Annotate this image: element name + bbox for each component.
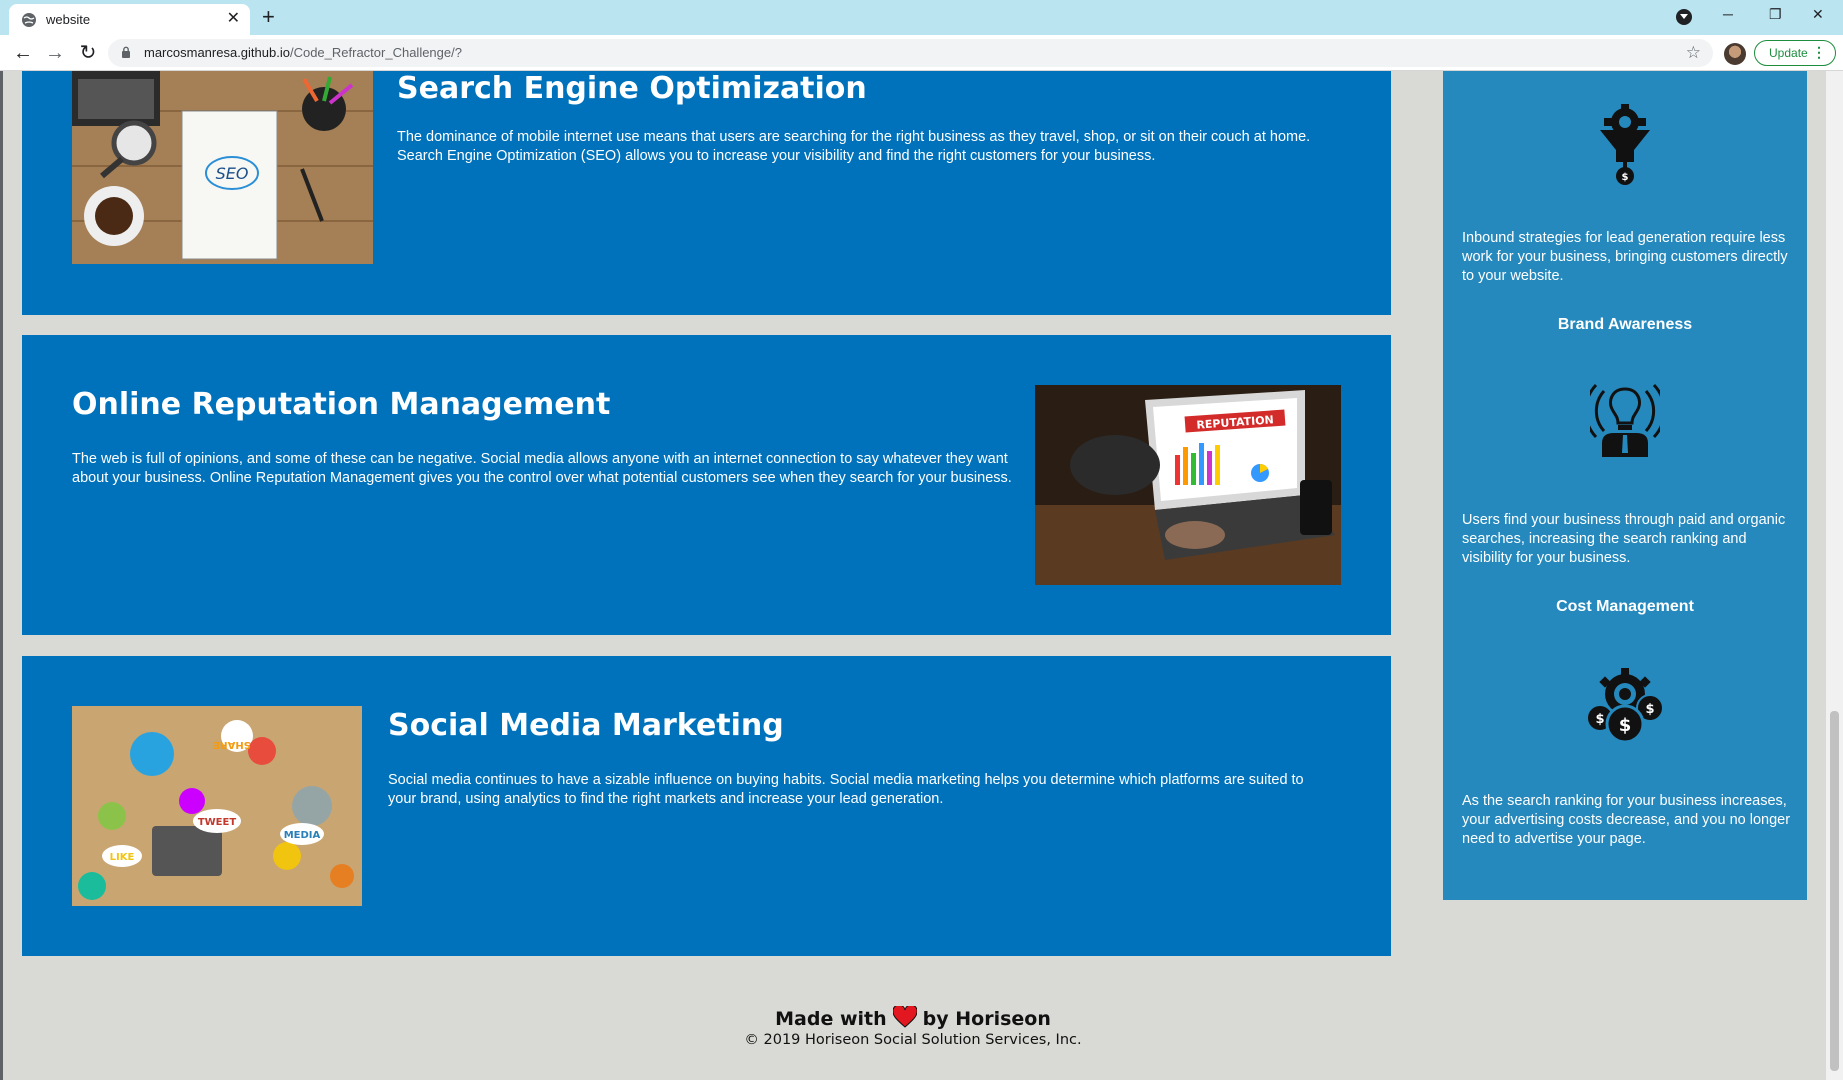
social-label-media: MEDIA: [284, 830, 321, 841]
url-path: /Code_Refractor_Challenge/?: [289, 45, 462, 60]
benefit-body-lead: Inbound strategies for lead generation r…: [1462, 230, 1788, 284]
browser-tab[interactable]: website ✕: [9, 4, 250, 35]
browser-tab-bar: website ✕ + ─ ❐ ✕: [0, 0, 1843, 35]
footer-made-label: Made with: [775, 1008, 887, 1030]
section-title-reputation: Online Reputation Management: [72, 387, 611, 422]
benefit-title-brand: Brand Awareness: [1557, 316, 1693, 333]
menu-kebab-icon[interactable]: ⋮: [1812, 44, 1826, 61]
tab-search-icon[interactable]: [1676, 9, 1692, 25]
address-bar[interactable]: marcosmanresa.github.io/Code_Refractor_C…: [108, 39, 1713, 67]
section-social: TWEET SHARE LIKE MEDIA Social Media Mark…: [22, 656, 1391, 956]
back-arrow-icon[interactable]: ←: [11, 41, 35, 65]
benefit-title-cost: Cost Management: [1556, 598, 1694, 615]
seo-image: SEO: [72, 71, 373, 264]
footer: Made with by Horiseon © 2019 Horiseon Soc…: [0, 1006, 1826, 1048]
svg-text:$: $: [1622, 172, 1629, 183]
section-title-seo: Search Engine Optimization: [397, 71, 867, 106]
social-label-tweet: TWEET: [198, 817, 237, 828]
section-reputation: Online Reputation Management The web is …: [22, 335, 1391, 635]
scrollbar-thumb[interactable]: [1830, 711, 1839, 1071]
section-body-social: Social media continues to have a sizable…: [388, 772, 1304, 807]
social-label-like: LIKE: [110, 852, 135, 863]
section-seo: SEO Search Engine Optimization The domin…: [22, 71, 1391, 315]
footer-copyright: © 2019 Horiseon Social Solution Services…: [744, 1032, 1082, 1048]
section-title-social: Social Media Marketing: [388, 708, 784, 743]
svg-text:$: $: [1595, 712, 1604, 727]
social-image: TWEET SHARE LIKE MEDIA: [72, 706, 362, 906]
minimize-icon[interactable]: ─: [1723, 6, 1733, 22]
social-label-share: SHARE: [213, 739, 251, 750]
bookmark-star-icon[interactable]: ☆: [1686, 43, 1701, 63]
gear-coins-icon: $ $ $: [1586, 668, 1664, 744]
seo-image-text: SEO: [216, 164, 249, 183]
viewport-edge: [0, 71, 3, 1080]
lead-funnel-icon: $: [1600, 104, 1650, 185]
close-window-icon[interactable]: ✕: [1812, 6, 1824, 23]
new-tab-button[interactable]: +: [262, 4, 275, 30]
footer-by-label: by Horiseon: [922, 1008, 1051, 1030]
footer-made-with: Made with by Horiseon: [0, 1006, 1826, 1030]
reputation-image: REPUTATION: [1035, 385, 1341, 585]
lock-icon: [122, 46, 130, 58]
update-label: Update: [1769, 46, 1808, 60]
url-host: marcosmanresa.github.io: [144, 45, 290, 60]
section-body-reputation: The web is full of opinions, and some of…: [72, 451, 1012, 486]
tab-title: website: [46, 12, 91, 27]
url-text[interactable]: marcosmanresa.github.io/Code_Refractor_C…: [144, 45, 462, 60]
svg-text:$: $: [1645, 702, 1654, 717]
benefits-aside: $ Inbound strategies for lead generation…: [1443, 71, 1807, 900]
globe-icon: [22, 13, 36, 27]
forward-arrow-icon[interactable]: →: [43, 41, 67, 65]
benefit-body-cost: As the search ranking for your business …: [1462, 793, 1791, 847]
update-button[interactable]: Update ⋮: [1754, 40, 1836, 66]
reload-icon[interactable]: ↻: [76, 41, 100, 65]
svg-text:$: $: [1619, 715, 1632, 736]
page-viewport: SEO Search Engine Optimization The domin…: [0, 71, 1843, 1080]
lightbulb-broadcast-icon: [1590, 383, 1660, 457]
restore-icon[interactable]: ❐: [1769, 6, 1782, 23]
vertical-scrollbar[interactable]: [1826, 71, 1843, 1080]
browser-toolbar: ← → ↻ marcosmanresa.github.io/Code_Refra…: [0, 35, 1843, 71]
heart-icon: [892, 1006, 917, 1028]
avatar[interactable]: [1724, 43, 1746, 65]
close-tab-icon[interactable]: ✕: [227, 10, 240, 28]
benefit-body-brand: Users find your business through paid an…: [1462, 512, 1786, 566]
section-body-seo: The dominance of mobile internet use mea…: [397, 129, 1311, 164]
